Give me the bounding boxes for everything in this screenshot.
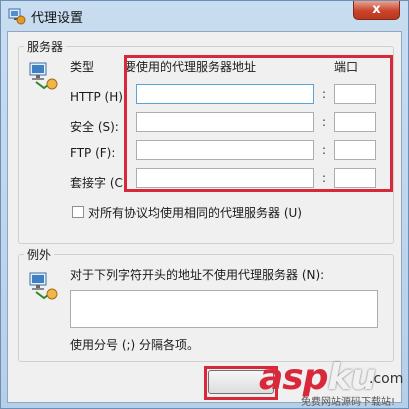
type-column-header: 类型 bbox=[70, 60, 95, 74]
window-title: 代理设置 bbox=[31, 11, 84, 26]
watermark-tagline: 免费网站源码下载站! bbox=[301, 397, 396, 408]
exceptions-server-icon bbox=[29, 272, 58, 300]
secure-label: 安全 (S): bbox=[70, 120, 119, 134]
proxy-server-icon bbox=[29, 62, 58, 90]
highlight-box bbox=[124, 55, 393, 192]
exceptions-group-label: 例外 bbox=[24, 246, 55, 263]
watermark-brand-white: ku bbox=[327, 357, 377, 398]
watermark-logo: aspku bbox=[259, 357, 377, 398]
network-settings-icon bbox=[8, 8, 26, 25]
proxy-settings-dialog: 代理设置 x 服务器 类型 要使用的代理服务器地址 端口 HTTP (H): :… bbox=[0, 0, 409, 409]
close-button[interactable]: x bbox=[353, 1, 400, 20]
exceptions-textarea[interactable] bbox=[70, 290, 378, 328]
watermark-brand-red: asp bbox=[259, 357, 328, 398]
same-proxy-label[interactable]: 对所有协议均使用相同的代理服务器 (U) bbox=[88, 204, 302, 221]
title-bar: 代理设置 x bbox=[1, 1, 408, 31]
exceptions-hint: 使用分号 (;) 分隔各项。 bbox=[70, 338, 200, 352]
exceptions-description: 对于下列字符开头的地址不使用代理服务器 (N): bbox=[70, 268, 325, 282]
close-icon: x bbox=[372, 2, 381, 17]
servers-group-label: 服务器 bbox=[24, 38, 67, 55]
http-label: HTTP (H): bbox=[70, 90, 127, 104]
site-watermark: aspku .com 免费网站源码下载站! bbox=[259, 357, 409, 409]
watermark-suffix: .com bbox=[369, 371, 404, 387]
dialog-body: 服务器 类型 要使用的代理服务器地址 端口 HTTP (H): : 安全 (S)… bbox=[7, 31, 402, 403]
socks-label: 套接字 (C) bbox=[70, 176, 128, 190]
same-proxy-checkbox[interactable] bbox=[72, 206, 84, 218]
ftp-label: FTP (F): bbox=[70, 146, 116, 160]
